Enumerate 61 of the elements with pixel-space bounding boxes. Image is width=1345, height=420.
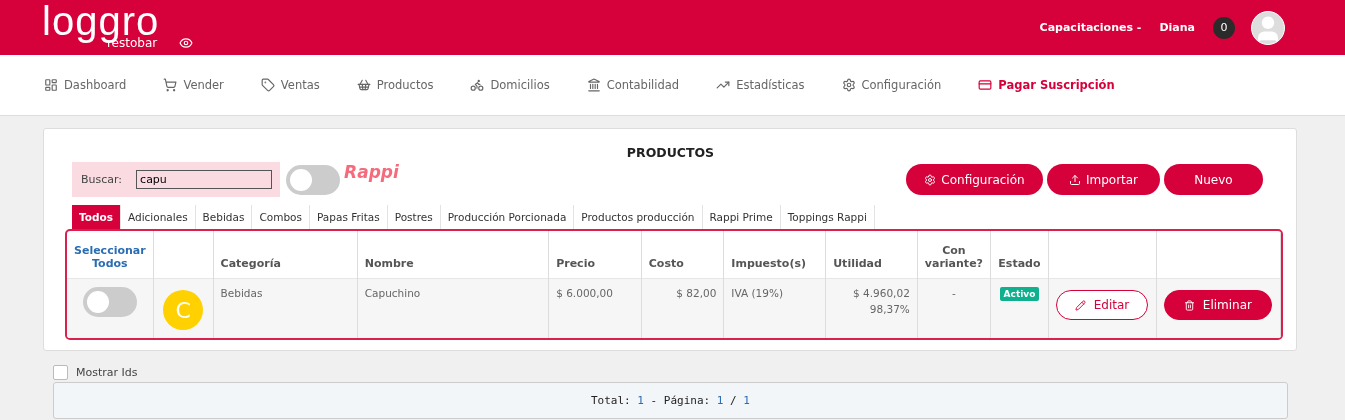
nav-item[interactable]: Domicilios	[470, 78, 550, 92]
column-header: Categoría	[220, 257, 282, 270]
column-header: Estado	[997, 257, 1041, 270]
upload-icon	[1068, 173, 1081, 186]
tag-icon	[260, 78, 275, 92]
trash-icon	[1183, 299, 1195, 311]
nav-item[interactable]: Contabilidad	[586, 78, 680, 92]
column-header: Nombre	[364, 257, 415, 270]
eye-icon[interactable]	[179, 35, 194, 50]
page-title: PRODUCTOS	[625, 145, 716, 160]
nav-item[interactable]: Estadísticas	[716, 78, 805, 92]
table-cell: $ 6.000,00	[556, 287, 613, 299]
company-name[interactable]: Capacitaciones -	[1039, 21, 1142, 34]
credit-card-icon	[978, 78, 993, 92]
column-header[interactable]: Seleccionar Todos	[74, 244, 146, 270]
gear-icon	[841, 78, 856, 92]
table-cell: $ 82,00	[676, 287, 717, 299]
checkbox[interactable]	[53, 365, 68, 380]
category-tab[interactable]: Todos	[72, 205, 121, 229]
toolbar-button[interactable]: Configuración	[906, 164, 1043, 195]
column-header: Con variante?	[924, 244, 983, 270]
nav-item[interactable]: Dashboard	[44, 78, 127, 92]
toolbar-button[interactable]: Importar	[1047, 164, 1160, 195]
table-cell: Capuchino	[364, 287, 421, 299]
logo: loggro restobar	[42, 6, 160, 49]
table-cell: -	[952, 287, 956, 299]
nav-item[interactable]: Vender	[163, 78, 224, 92]
checkbox-label: Mostrar Ids	[76, 366, 138, 379]
product-avatar: C	[163, 290, 204, 330]
column-header: Utilidad	[833, 257, 883, 270]
notification-badge[interactable]: 0	[1213, 16, 1235, 39]
rappi-toggle[interactable]	[286, 164, 341, 195]
pencil-icon	[1074, 299, 1086, 311]
user-name[interactable]: Diana	[1159, 21, 1195, 34]
search-field[interactable]: capu	[136, 170, 273, 189]
search-label: Buscar:	[81, 173, 123, 186]
column-header: Costo	[648, 257, 685, 270]
table-cell-text: $ 4.960,02	[852, 287, 910, 299]
delete-button[interactable]: Eliminar	[1163, 290, 1272, 320]
row-toggle[interactable]	[82, 287, 137, 317]
bank-icon	[586, 78, 601, 92]
gear-icon	[924, 173, 937, 186]
status-badge: Activo	[999, 287, 1040, 301]
column-header: Precio	[556, 257, 596, 270]
table-cell: Bebidas	[220, 287, 263, 299]
nav-item[interactable]: Configuración	[841, 78, 942, 92]
table-cell: IVA (19%)	[731, 287, 783, 299]
table-cell-text: 98,37%	[868, 303, 910, 315]
pagination-text: Total: 1 - Página: 1 / 1	[591, 394, 750, 407]
column-header: Impuesto(s)	[731, 257, 808, 270]
nav-item[interactable]: Pagar Suscripción	[978, 78, 1115, 92]
nav-item[interactable]: Productos	[356, 78, 434, 92]
basket-icon	[356, 78, 371, 92]
toolbar-button[interactable]: Nuevo	[1164, 164, 1263, 195]
cart-icon	[163, 78, 178, 92]
grid-icon	[44, 78, 58, 92]
rappi-logo: Rappi	[344, 162, 399, 182]
avatar[interactable]	[1251, 10, 1285, 45]
nav-item[interactable]: Ventas	[260, 78, 320, 92]
edit-button[interactable]: Editar	[1055, 290, 1148, 320]
bicycle-icon	[470, 78, 485, 92]
